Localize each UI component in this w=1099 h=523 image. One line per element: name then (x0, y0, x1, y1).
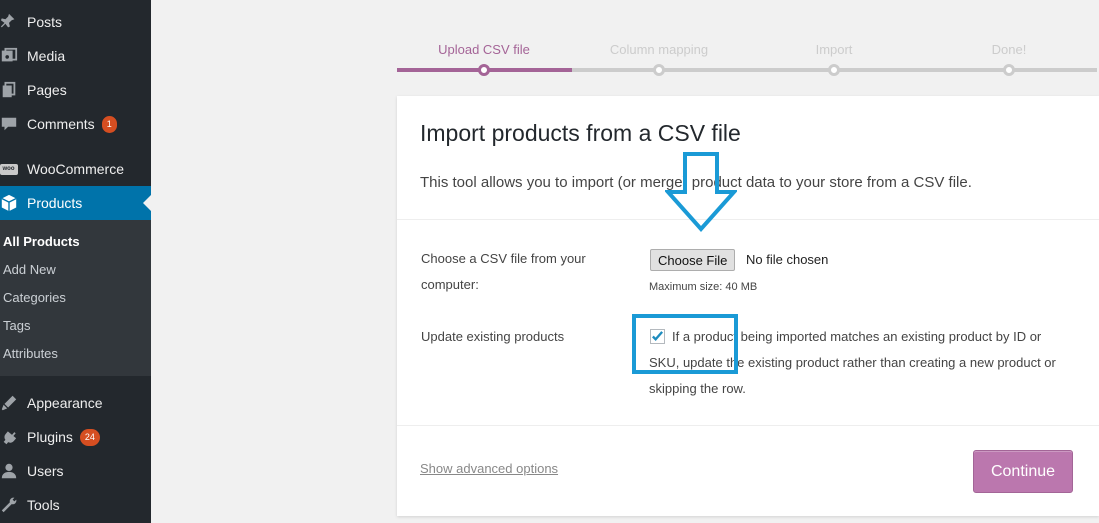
submenu-categories[interactable]: Categories (3, 290, 66, 305)
divider (397, 425, 1099, 426)
woocommerce-logo: woo (0, 163, 18, 175)
choose-file-button[interactable]: Choose File (650, 249, 736, 271)
page-title: Import products from a CSV file (420, 120, 741, 146)
menu-label: Posts (27, 14, 63, 30)
menu-item-posts[interactable]: Posts (0, 5, 151, 39)
menu-item-plugins[interactable]: Plugins 24 (0, 420, 151, 454)
menu-item-tools[interactable]: Tools (0, 488, 151, 522)
tools-icon (0, 496, 22, 514)
step-label-import: Import (815, 42, 853, 57)
users-icon (0, 462, 22, 480)
step-dot-upload (478, 64, 490, 76)
step-label-upload: Upload CSV file (438, 42, 530, 57)
menu-label: Pages (27, 82, 67, 98)
menu-label: Users (27, 463, 64, 479)
menu-item-appearance[interactable]: Appearance (0, 386, 151, 420)
comments-count-badge: 1 (101, 115, 117, 133)
menu-label: WooCommerce (27, 161, 124, 177)
file-status-text: No file chosen (746, 252, 829, 267)
max-size-hint: Maximum size: 40 MB (649, 281, 758, 293)
step-label-column-mapping: Column mapping (609, 42, 709, 57)
admin-sidebar: Posts Media Pages Comments 1 woo WooComm… (0, 0, 151, 523)
plugins-update-badge: 24 (79, 428, 100, 446)
step-dot-done (1003, 64, 1015, 76)
step-label-done: Done! (991, 42, 1027, 57)
menu-label: Appearance (27, 395, 103, 411)
current-menu-arrow (143, 195, 151, 211)
menu-item-pages[interactable]: Pages (0, 73, 151, 107)
submenu-all-products[interactable]: All Products (3, 234, 80, 249)
show-advanced-options-link[interactable]: Show advanced options (420, 461, 558, 476)
file-field-label: Choose a CSV file from your computer: (421, 251, 586, 292)
media-icon (0, 47, 22, 65)
divider (397, 219, 1099, 220)
step-dot-import (828, 64, 840, 76)
annotation-highlight-box (632, 314, 738, 374)
menu-item-media[interactable]: Media (0, 39, 151, 73)
submenu-add-new[interactable]: Add New (3, 262, 56, 277)
annotation-arrow-icon (665, 152, 737, 232)
update-existing-label: Update existing products (421, 329, 565, 344)
import-card: Import products from a CSV file This too… (397, 96, 1099, 516)
menu-label: Comments (27, 116, 95, 132)
menu-label: Plugins (27, 429, 73, 445)
menu-label: Products (27, 195, 83, 211)
submenu-tags[interactable]: Tags (3, 318, 30, 333)
import-progress-steps: Upload CSV file Column mapping Import Do… (397, 0, 1097, 80)
submenu-attributes[interactable]: Attributes (3, 346, 58, 361)
appearance-icon (0, 394, 22, 412)
menu-item-users[interactable]: Users (0, 454, 151, 488)
continue-button[interactable]: Continue (973, 450, 1073, 493)
products-submenu: All Products Add New Categories Tags Att… (0, 220, 151, 376)
products-icon (0, 194, 22, 212)
menu-item-products[interactable]: Products (0, 186, 151, 220)
pages-icon (0, 81, 22, 99)
woocommerce-icon: woo (0, 163, 22, 175)
menu-label: Tools (27, 497, 60, 513)
menu-label: Media (27, 48, 66, 64)
menu-item-comments[interactable]: Comments 1 (0, 107, 151, 141)
comments-icon (0, 115, 22, 133)
pin-icon (0, 13, 22, 31)
step-dot-column-mapping (653, 64, 665, 76)
menu-item-woocommerce[interactable]: woo WooCommerce (0, 152, 151, 186)
plugins-icon (0, 428, 22, 446)
